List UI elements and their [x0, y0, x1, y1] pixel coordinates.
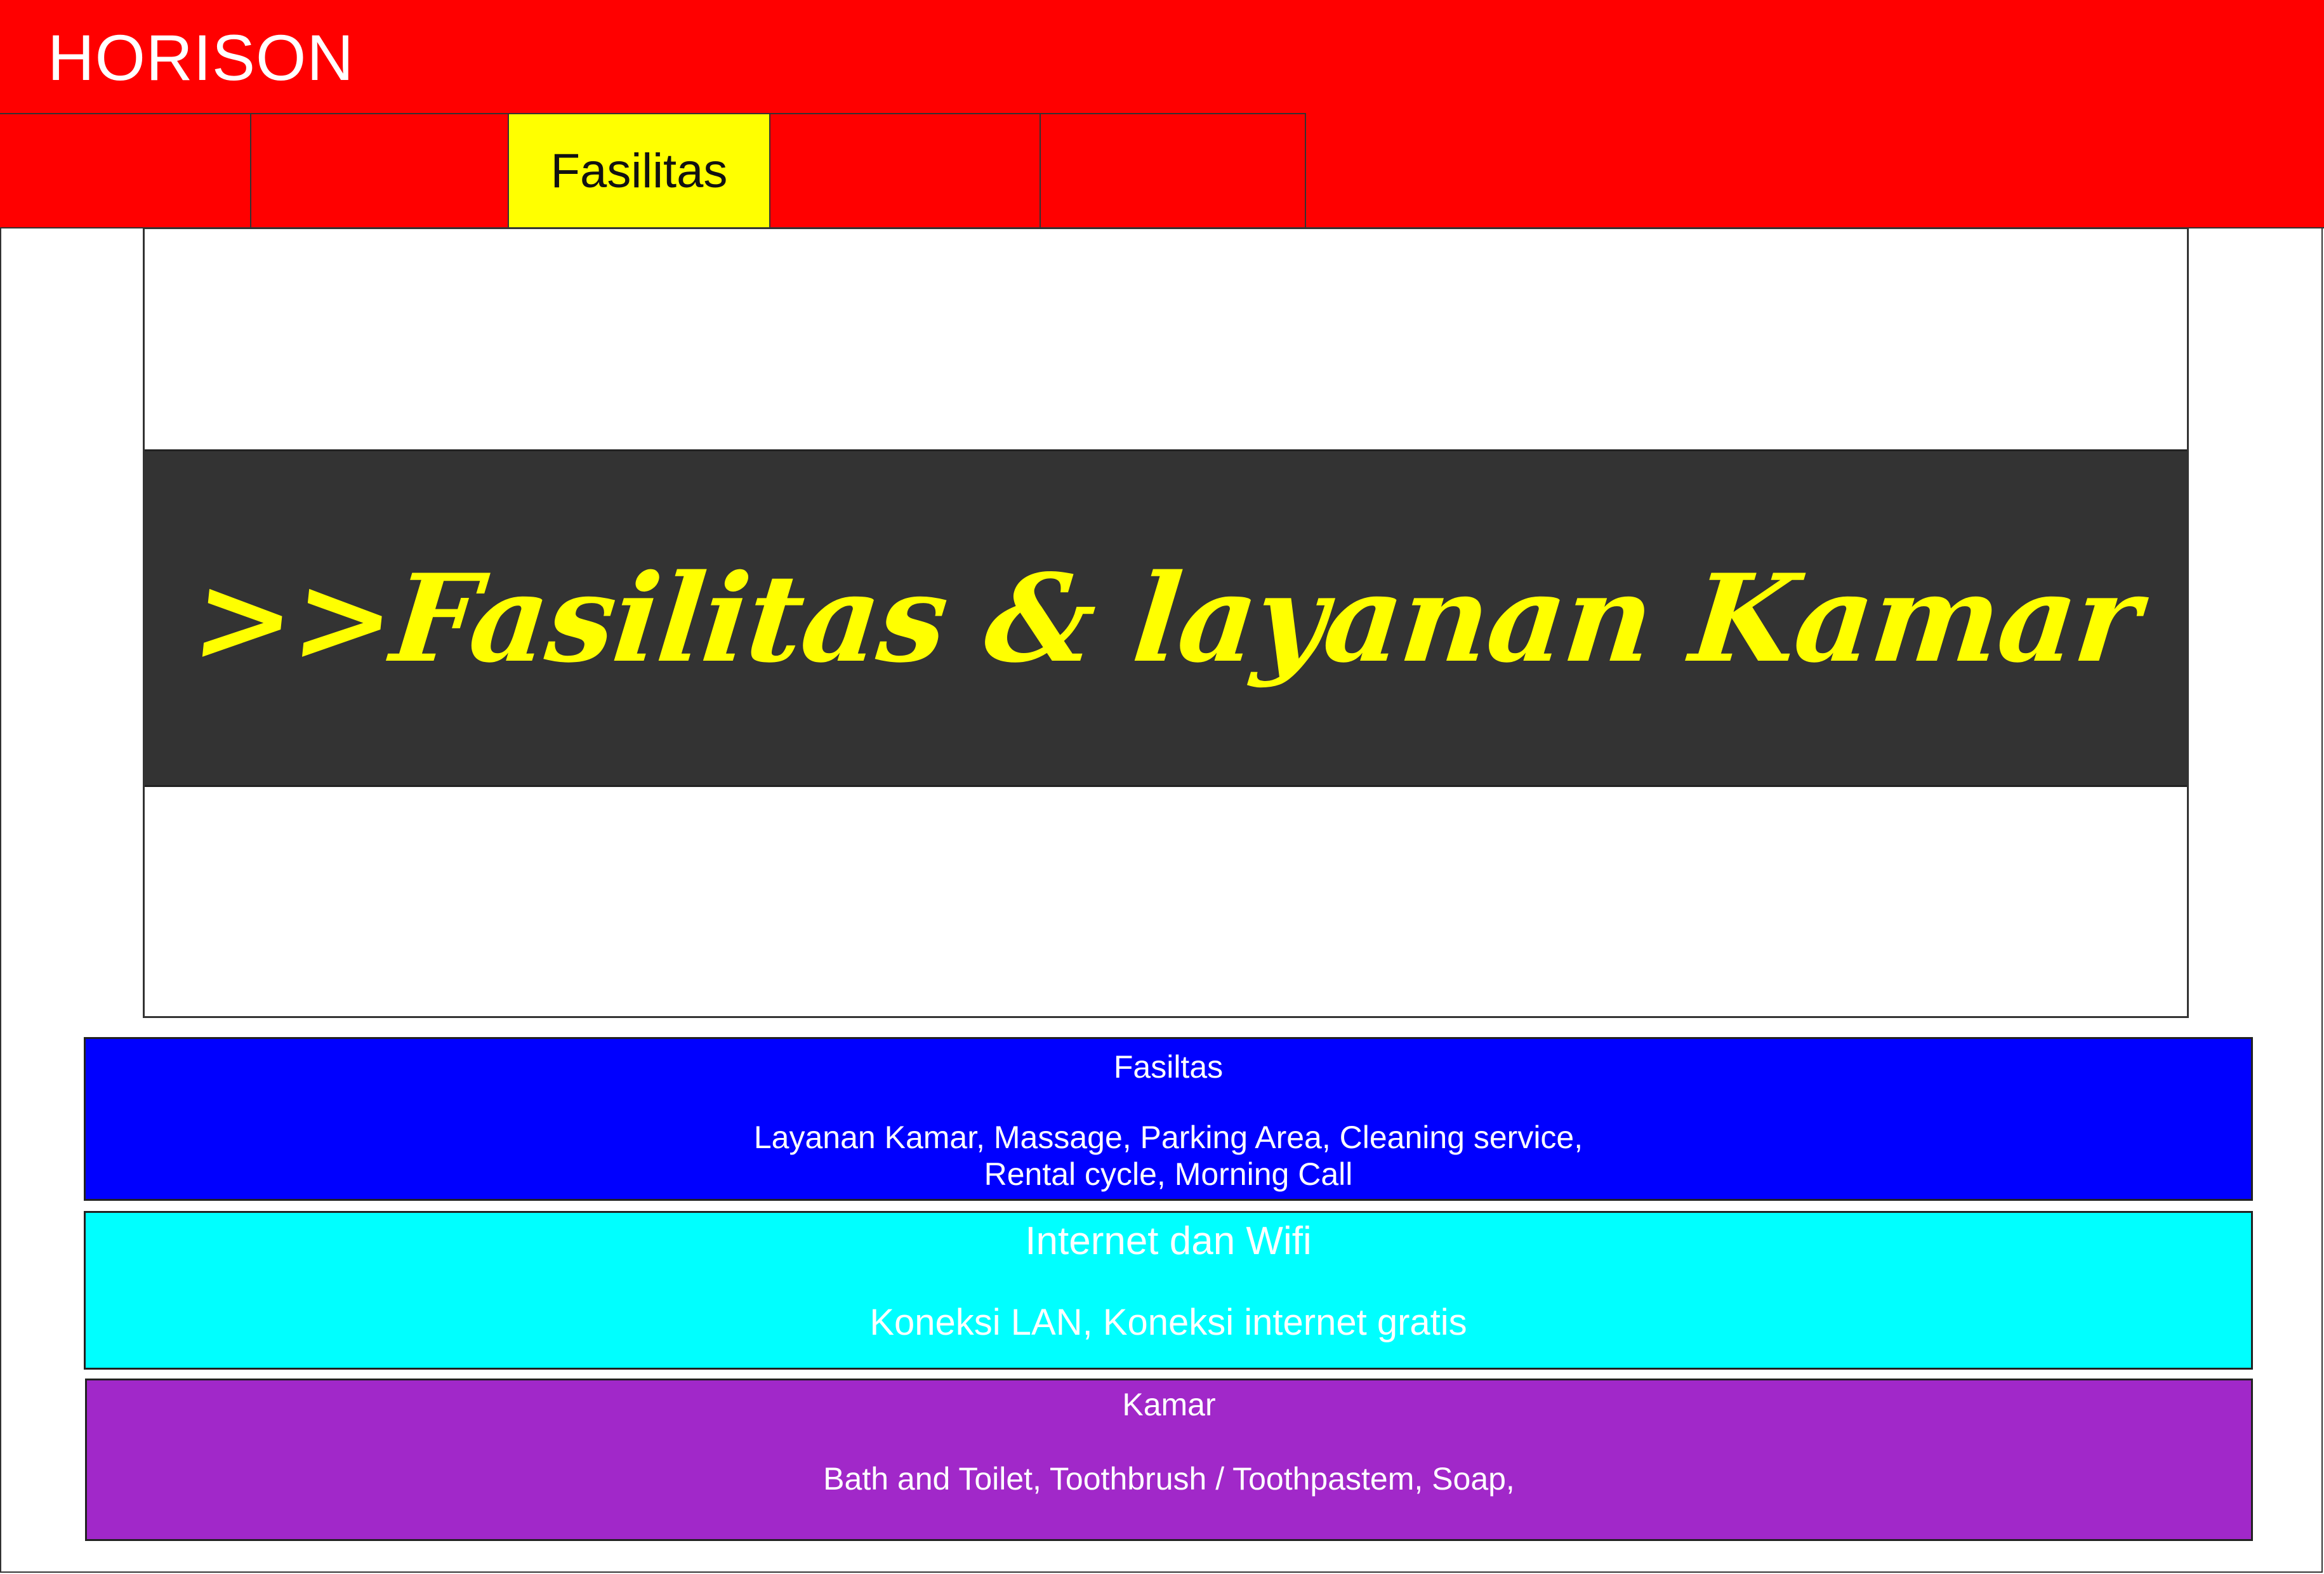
hero-title: >>Fasilitas & layanan Kamar — [186, 547, 2146, 689]
internet-body: Koneksi LAN, Koneksi internet gratis — [869, 1302, 1467, 1343]
kamar-section: Kamar Bath and Toilet, Toothbrush / Toot… — [85, 1379, 2253, 1541]
nav-tab-fasilitas[interactable]: Fasilitas — [509, 113, 770, 228]
nav-tab-5[interactable] — [1041, 113, 1306, 228]
site-header: HORISON Fasilitas — [0, 0, 2324, 228]
nav-tab-1[interactable] — [0, 113, 251, 228]
nav-tab-4[interactable] — [770, 113, 1041, 228]
fasilitas-title: Fasiltas — [1113, 1049, 1224, 1085]
nav-tab-2[interactable] — [251, 113, 509, 228]
kamar-title: Kamar — [1122, 1387, 1216, 1422]
hero-banner: >>Fasilitas & layanan Kamar — [143, 227, 2189, 1018]
kamar-body: Bath and Toilet, Toothbrush / Toothpaste… — [823, 1461, 1515, 1497]
fasilitas-body: Layanan Kamar, Massage, Parking Area, Cl… — [753, 1120, 1583, 1192]
brand-logo[interactable]: HORISON — [48, 25, 354, 90]
main-nav: Fasilitas — [0, 113, 1306, 228]
fasilitas-section: Fasiltas Layanan Kamar, Massage, Parking… — [84, 1037, 2253, 1201]
internet-title: Internet dan Wifi — [1025, 1219, 1312, 1263]
hero-title-band: >>Fasilitas & layanan Kamar — [145, 449, 2187, 787]
internet-section: Internet dan Wifi Koneksi LAN, Koneksi i… — [84, 1211, 2253, 1370]
